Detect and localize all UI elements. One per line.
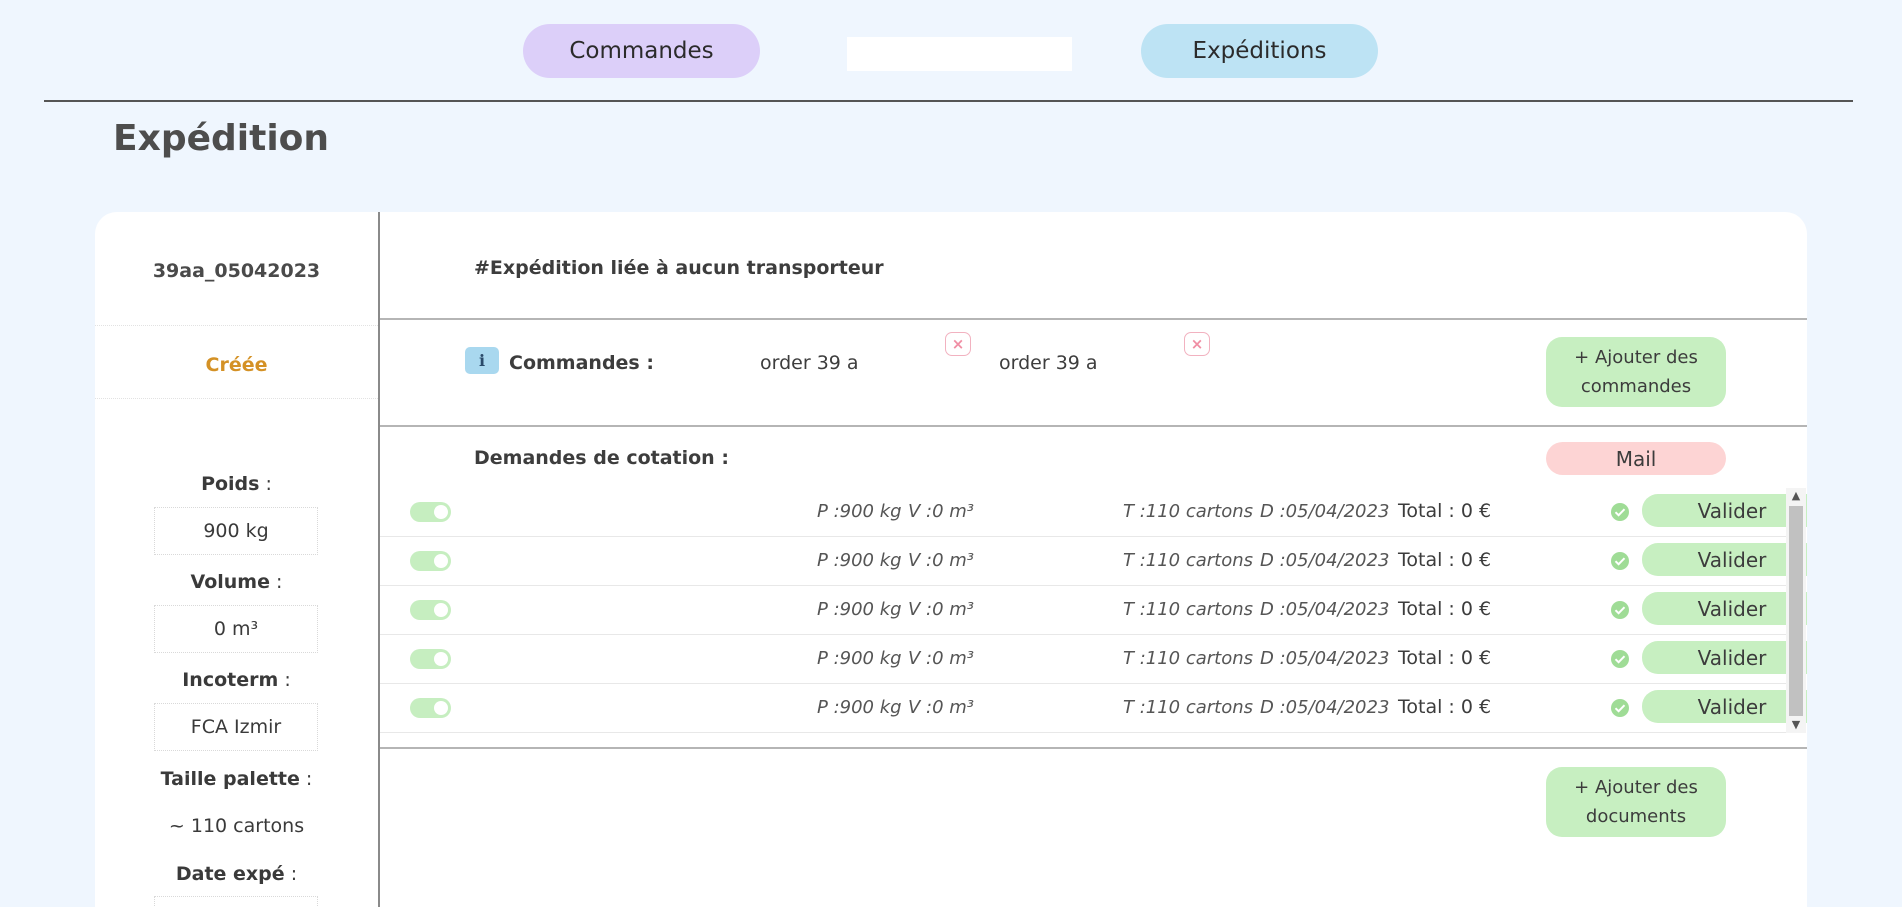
divider — [95, 398, 378, 399]
check-circle-icon — [1611, 650, 1629, 668]
quote-weight: P :900 kg — [817, 599, 902, 620]
quote-total: Total : 0 € — [1398, 696, 1492, 718]
quote-volume: V :0 m³ — [908, 501, 975, 522]
check-circle-icon — [1611, 503, 1629, 521]
incoterm-label: Incoterm : — [182, 669, 291, 691]
section-divider — [380, 747, 1807, 749]
section-divider — [380, 425, 1807, 427]
quote-date: D :05/04/2023 — [1260, 501, 1390, 522]
order-chip: order 39 a — [760, 352, 859, 374]
scroll-up-icon[interactable]: ▲ — [1786, 488, 1806, 504]
check-circle-icon — [1611, 699, 1629, 717]
header-divider — [44, 100, 1853, 102]
quotes-scrollbar[interactable]: ▲ ▼ — [1786, 488, 1806, 733]
close-icon[interactable]: × — [945, 332, 971, 356]
quote-cartons: T :110 cartons — [1123, 697, 1254, 718]
shipment-details-panel: #Expédition liée à aucun transporteur i … — [380, 212, 1807, 907]
order-chip: order 39 a — [999, 352, 1098, 374]
nav-commandes-button[interactable]: Commandes — [523, 24, 760, 78]
shipment-summary-panel: 39aa_05042023 Créée Poids : 900 kg Volum… — [95, 212, 378, 907]
toggle-icon[interactable] — [410, 502, 451, 522]
add-documents-button[interactable]: + Ajouter des documents — [1546, 767, 1726, 837]
section-divider — [380, 318, 1807, 320]
quote-row: P :900 kg V :0 m³ T :110 cartons D :05/0… — [380, 537, 1807, 586]
volume-value: 0 m³ — [154, 605, 318, 653]
quote-volume: V :0 m³ — [908, 550, 975, 571]
shipment-id: 39aa_05042023 — [152, 260, 321, 282]
toggle-icon[interactable] — [410, 698, 451, 718]
nav-expeditions-button[interactable]: Expéditions — [1141, 24, 1378, 78]
add-orders-button[interactable]: + Ajouter des commandes — [1546, 337, 1726, 407]
quote-weight: P :900 kg — [817, 648, 902, 669]
scroll-down-icon[interactable]: ▼ — [1786, 717, 1806, 733]
quote-row: P :900 kg V :0 m³ T :110 cartons D :05/0… — [380, 586, 1807, 635]
quote-row: P :900 kg V :0 m³ T :110 cartons D :05/0… — [380, 488, 1807, 537]
validate-button[interactable]: Valider — [1642, 592, 1807, 625]
shipment-card: 39aa_05042023 Créée Poids : 900 kg Volum… — [95, 212, 1807, 907]
volume-label: Volume : — [190, 571, 283, 593]
quote-volume: V :0 m³ — [908, 648, 975, 669]
quote-total: Total : 0 € — [1398, 598, 1492, 620]
quote-volume: V :0 m³ — [908, 697, 975, 718]
palette-label: Taille palette : — [160, 768, 313, 790]
top-navigation: Commandes Expéditions — [0, 0, 1902, 100]
quote-cartons: T :110 cartons — [1123, 648, 1254, 669]
quote-cartons: T :110 cartons — [1123, 599, 1254, 620]
quote-volume: V :0 m³ — [908, 599, 975, 620]
poids-value: 900 kg — [154, 507, 318, 555]
quote-total: Total : 0 € — [1398, 647, 1492, 669]
commandes-label: Commandes : — [509, 352, 654, 374]
palette-value: ~ 110 cartons — [168, 815, 305, 837]
poids-label: Poids : — [201, 473, 272, 495]
validate-button[interactable]: Valider — [1642, 543, 1807, 576]
quote-row: P :900 kg V :0 m³ T :110 cartons D :05/0… — [380, 635, 1807, 684]
incoterm-value: FCA Izmir — [154, 703, 318, 751]
quote-total: Total : 0 € — [1398, 500, 1492, 522]
date-value — [154, 896, 318, 907]
validate-button[interactable]: Valider — [1642, 641, 1807, 674]
quote-cartons: T :110 cartons — [1123, 550, 1254, 571]
page-title: Expédition — [113, 118, 330, 159]
check-circle-icon — [1611, 601, 1629, 619]
close-icon[interactable]: × — [1184, 332, 1210, 356]
validate-button[interactable]: Valider — [1642, 494, 1807, 527]
quote-date: D :05/04/2023 — [1260, 550, 1390, 571]
quotes-title: Demandes de cotation : — [474, 447, 729, 469]
quote-weight: P :900 kg — [817, 501, 902, 522]
info-icon[interactable]: i — [465, 347, 499, 374]
quote-date: D :05/04/2023 — [1260, 648, 1390, 669]
quote-weight: P :900 kg — [817, 697, 902, 718]
quote-date: D :05/04/2023 — [1260, 599, 1390, 620]
toggle-icon[interactable] — [410, 600, 451, 620]
toggle-icon[interactable] — [410, 649, 451, 669]
carrier-title: #Expédition liée à aucun transporteur — [474, 257, 884, 279]
quote-total: Total : 0 € — [1398, 549, 1492, 571]
quotes-list: P :900 kg V :0 m³ T :110 cartons D :05/0… — [380, 488, 1807, 733]
divider — [95, 325, 378, 326]
check-circle-icon — [1611, 552, 1629, 570]
quote-date: D :05/04/2023 — [1260, 697, 1390, 718]
date-label: Date expé : — [175, 863, 298, 885]
quote-cartons: T :110 cartons — [1123, 501, 1254, 522]
quote-row: P :900 kg V :0 m³ T :110 cartons D :05/0… — [380, 684, 1807, 733]
scrollbar-thumb[interactable] — [1789, 506, 1803, 716]
search-input[interactable] — [847, 37, 1072, 71]
mail-button[interactable]: Mail — [1546, 442, 1726, 475]
quote-weight: P :900 kg — [817, 550, 902, 571]
validate-button[interactable]: Valider — [1642, 690, 1807, 723]
toggle-icon[interactable] — [410, 551, 451, 571]
status-badge: Créée — [205, 354, 268, 376]
